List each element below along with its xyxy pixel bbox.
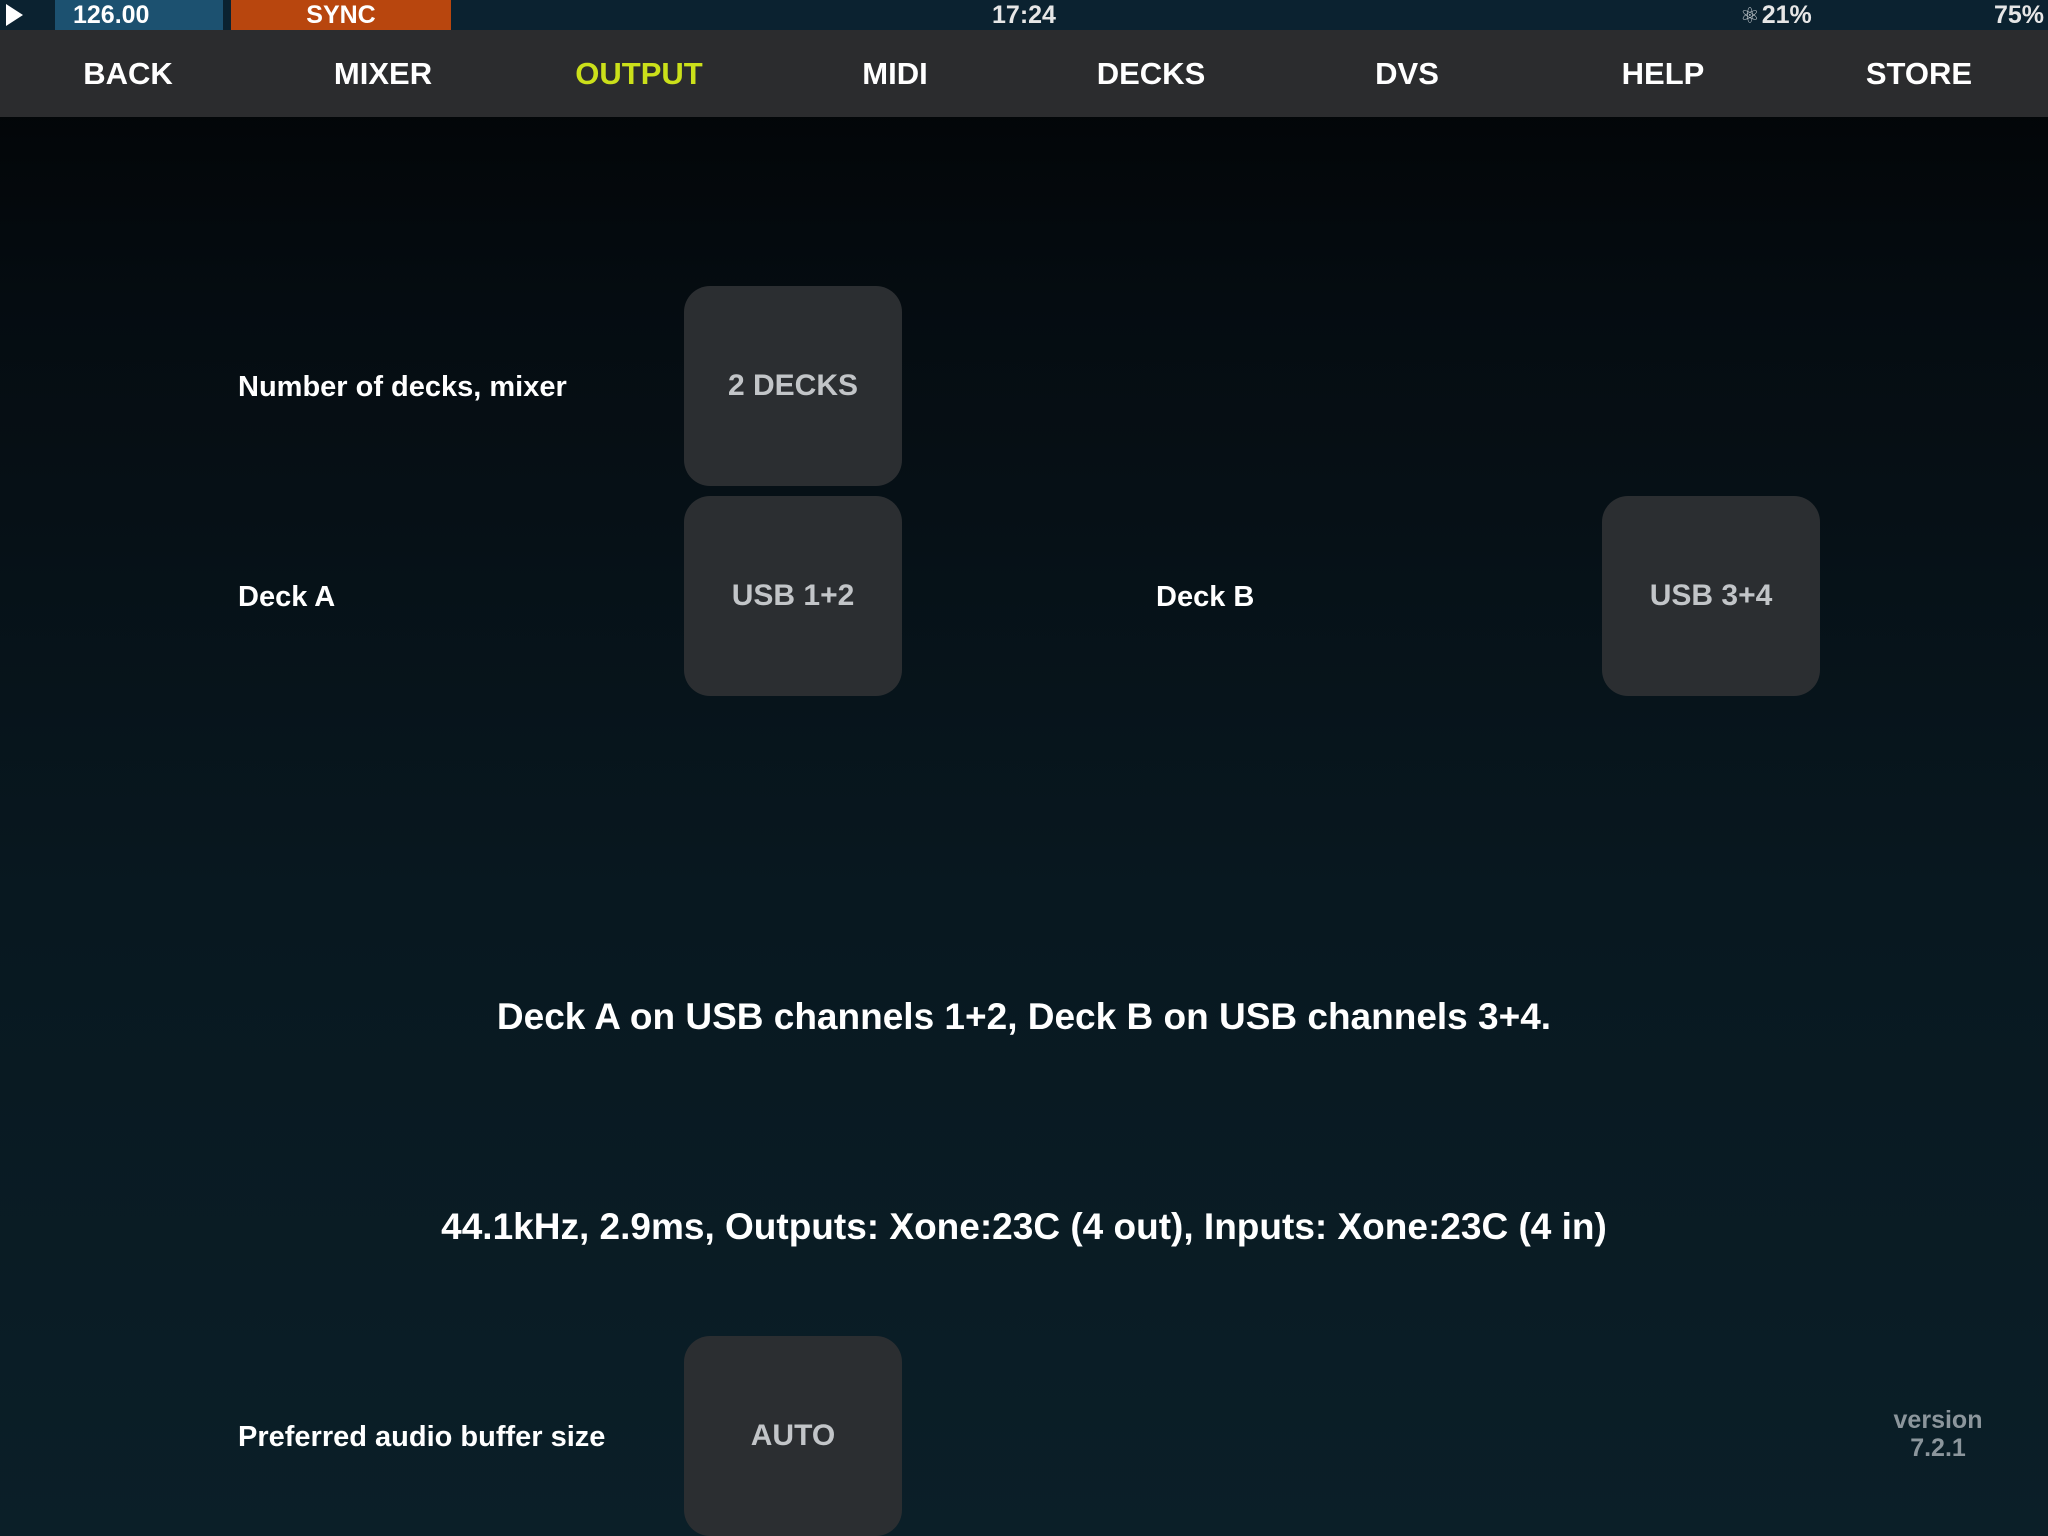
status-bar: 126.00 SYNC 17:24 ⚛21% 75% [0, 0, 2048, 30]
buffer-size-label: Preferred audio buffer size [238, 1421, 606, 1453]
audio-device-info: 44.1kHz, 2.9ms, Outputs: Xone:23C (4 out… [441, 1206, 1607, 1247]
play-button[interactable] [0, 0, 40, 30]
version-label: version [1893, 1406, 1983, 1434]
nav-output[interactable]: OUTPUT [511, 30, 767, 117]
atom-icon: ⚛ [1740, 3, 1760, 28]
decks-mixer-label: Number of decks, mixer [238, 371, 567, 403]
version-number: 7.2.1 [1910, 1434, 1966, 1462]
bpm-value: 126.00 [73, 1, 150, 29]
version-info: version 7.2.1 [1860, 1406, 2016, 1462]
buffer-size-button[interactable]: AUTO [684, 1336, 902, 1536]
nav-midi[interactable]: MIDI [767, 30, 1023, 117]
nav-decks[interactable]: DECKS [1023, 30, 1279, 117]
nav-dvs[interactable]: DVS [1279, 30, 1535, 117]
deck-b-label: Deck B [1156, 581, 1255, 613]
nav-mixer[interactable]: MIXER [255, 30, 511, 117]
routing-summary: Deck A on USB channels 1+2, Deck B on US… [496, 996, 1552, 1037]
bpm-display[interactable]: 126.00 [55, 0, 223, 30]
nav-help[interactable]: HELP [1535, 30, 1791, 117]
clock: 17:24 [992, 1, 1056, 29]
decks-mixer-button[interactable]: 2 DECKS [684, 286, 902, 486]
battery-level: 75% [1993, 1, 2044, 29]
nav-back[interactable]: BACK [0, 30, 256, 117]
cpu-load-value: 21% [1761, 1, 1812, 29]
deck-a-output-button[interactable]: USB 1+2 [684, 496, 902, 696]
cpu-load-indicator: ⚛21% [1740, 0, 1880, 30]
sync-button[interactable]: SYNC [231, 0, 451, 30]
settings-nav-bar: BACK MIXER OUTPUT MIDI DECKS DVS HELP ST… [0, 30, 2048, 117]
deck-b-output-button[interactable]: USB 3+4 [1602, 496, 1820, 696]
deck-a-label: Deck A [238, 581, 336, 613]
play-icon [6, 4, 23, 26]
nav-store[interactable]: STORE [1791, 30, 2047, 117]
